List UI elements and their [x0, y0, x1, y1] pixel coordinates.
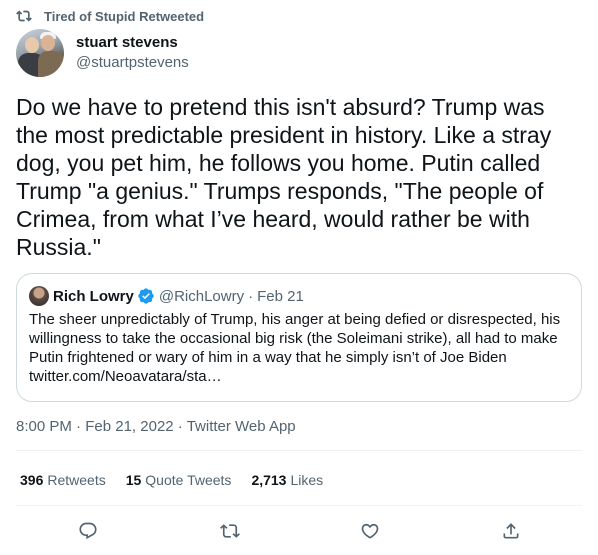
like-button[interactable] — [358, 519, 382, 543]
retweets-stat[interactable]: 396 Retweets — [20, 472, 106, 488]
quote-handle: @RichLowry — [158, 287, 245, 305]
tweet-metadata: 8:00 PM · Feb 21, 2022 · Twitter Web App — [16, 418, 296, 435]
likes-stat[interactable]: 2,713 Likes — [251, 472, 323, 488]
social-context[interactable]: Tired of Stupid Retweeted — [16, 7, 204, 25]
tweet-author: stuart stevens @stuartpstevens — [16, 29, 189, 77]
retweet-icon — [220, 524, 240, 538]
quote-avatar — [29, 286, 49, 306]
retweets-count: 396 — [20, 472, 44, 488]
social-context-label: Tired of Stupid Retweeted — [44, 8, 205, 24]
author-display-name[interactable]: stuart stevens — [76, 34, 189, 52]
divider — [16, 450, 582, 451]
quote-display-name: Rich Lowry — [53, 287, 134, 305]
share-icon — [503, 523, 519, 539]
quote-text: The sheer unpredictably of Trump, his an… — [29, 311, 561, 385]
retweets-label: Retweets — [47, 472, 106, 488]
tweet-text: Do we have to pretend this isn't absurd?… — [16, 94, 552, 260]
tweet-source[interactable]: Twitter Web App — [187, 418, 296, 435]
likes-count: 2,713 — [251, 472, 287, 488]
quote-tweet-card[interactable]: Rich Lowry @RichLowry · Feb 21 The sheer… — [16, 273, 582, 402]
meta-separator: · — [173, 418, 187, 435]
retweet-icon — [16, 10, 32, 22]
likes-label: Likes — [290, 472, 324, 488]
reply-button[interactable] — [76, 519, 100, 543]
tweet-actions — [0, 516, 598, 546]
avatar[interactable] — [16, 29, 64, 77]
like-icon — [361, 523, 379, 539]
share-button[interactable] — [499, 519, 523, 543]
tweet-stats: 396 Retweets 15 Quote Tweets 2,713 Likes — [20, 472, 343, 488]
tweet-date[interactable]: Feb 21, 2022 — [85, 418, 173, 435]
quote-date[interactable]: Feb 21 — [257, 288, 304, 305]
quote-header: Rich Lowry @RichLowry · Feb 21 — [29, 286, 569, 306]
retweet-button[interactable] — [218, 519, 242, 543]
verified-badge-icon — [138, 288, 154, 304]
quote-tweets-stat[interactable]: 15 Quote Tweets — [126, 472, 232, 488]
meta-separator: · — [71, 418, 86, 435]
author-handle[interactable]: @stuartpstevens — [76, 53, 189, 73]
quote-tweets-count: 15 — [125, 472, 142, 488]
divider — [16, 505, 582, 506]
tweet-time[interactable]: 8:00 PM — [16, 418, 72, 435]
quote-separator: · — [248, 287, 254, 305]
quote-tweets-label: Quote Tweets — [145, 472, 232, 488]
reply-icon — [79, 522, 97, 540]
